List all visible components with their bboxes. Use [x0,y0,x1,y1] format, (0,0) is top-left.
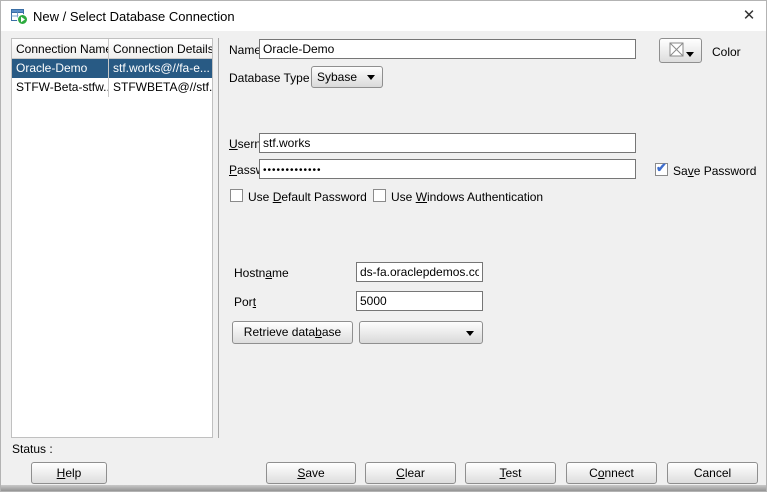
password-input[interactable] [259,159,636,179]
cell-connection-details: STFWBETA@//stf... [109,78,212,97]
status-label: Status : [12,442,53,456]
save-password-checkbox[interactable]: ✔ [655,163,668,176]
close-icon[interactable]: ✕ [736,4,762,28]
no-color-swatch-icon [669,42,685,58]
test-button[interactable]: Test [465,462,556,484]
use-default-password-checkbox[interactable] [230,189,243,202]
cell-connection-name: STFW-Beta-stfw... [12,78,109,97]
title-bar: New / Select Database Connection ✕ [1,1,766,31]
database-type-label: Database Type [229,71,310,85]
use-windows-authentication-label: Use Windows Authentication [391,190,543,204]
name-label: Name [229,43,261,57]
save-password-label: Save Password [673,164,756,178]
chevron-down-icon [466,331,474,336]
table-row-stfw-beta[interactable]: STFW-Beta-stfw... STFWBETA@//stf... [12,78,212,97]
cell-connection-name: Oracle-Demo [12,59,109,78]
chevron-down-icon [686,52,694,57]
hostname-input[interactable] [356,262,483,282]
color-picker-button[interactable] [659,38,702,63]
port-label: Port [234,295,256,309]
color-label: Color [712,45,741,59]
column-header-connection-name[interactable]: Connection Name [12,39,109,58]
database-connection-icon [11,8,28,25]
name-input[interactable] [259,39,636,59]
panel-divider [218,38,219,438]
cancel-button[interactable]: Cancel [667,462,758,484]
help-button[interactable]: Help [31,462,107,484]
save-button[interactable]: Save [266,462,356,484]
dialog-title: New / Select Database Connection [33,9,235,24]
new-select-database-connection-dialog: New / Select Database Connection ✕ Conne… [0,0,767,492]
retrieve-database-button[interactable]: Retrieve database [232,321,353,344]
use-windows-authentication-checkbox[interactable] [373,189,386,202]
column-header-connection-details[interactable]: Connection Details [109,39,212,58]
username-input[interactable] [259,133,636,153]
chevron-down-icon [367,75,375,80]
database-type-dropdown[interactable]: Sybase [311,66,383,88]
table-row-oracle-demo[interactable]: Oracle-Demo stf.works@//fa-e... [12,59,212,78]
clear-button[interactable]: Clear [365,462,456,484]
hostname-label: Hostname [234,266,289,280]
port-input[interactable] [356,291,483,311]
checkmark-icon: ✔ [656,160,667,176]
connections-table-header: Connection Name Connection Details [12,39,212,59]
use-default-password-label: Use Default Password [248,190,367,204]
connections-table[interactable]: Connection Name Connection Details Oracl… [11,38,213,438]
cell-connection-details: stf.works@//fa-e... [109,59,212,78]
database-type-value: Sybase [317,70,357,84]
connect-button[interactable]: Connect [566,462,657,484]
database-select-dropdown[interactable] [359,321,483,344]
window-bottom-edge [1,485,766,491]
